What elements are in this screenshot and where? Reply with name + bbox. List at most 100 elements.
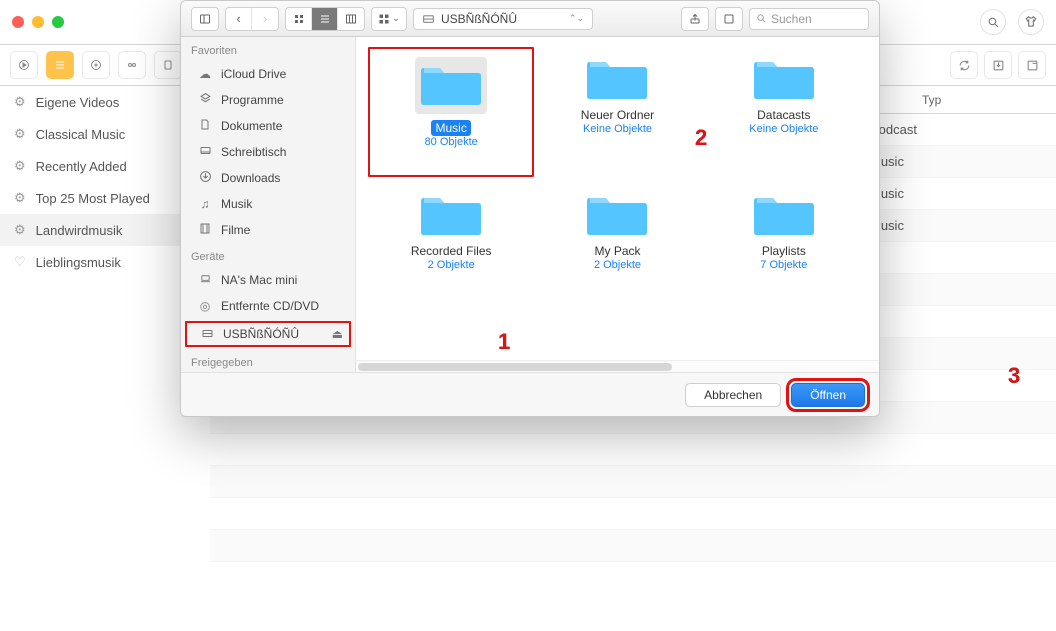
col-type[interactable]: Typ (910, 93, 1040, 107)
sidebar-item-cd[interactable]: ◎Entfernte CD/DVD (181, 293, 355, 319)
back-button[interactable]: ‹ (226, 8, 252, 30)
cancel-button[interactable]: Abbrechen (685, 383, 781, 407)
share-icon (689, 13, 701, 25)
view-mode (285, 7, 365, 31)
search-placeholder: Suchen (771, 12, 812, 26)
sidebar-item[interactable]: ⚙ Landwirdmusik (0, 214, 210, 246)
gear-icon: ⚙ (14, 222, 26, 238)
drive-icon (199, 327, 215, 342)
folder-name: Music (431, 120, 470, 136)
search-field[interactable]: Suchen (749, 8, 869, 30)
folder-item[interactable]: Playlists 7 Objekte (701, 183, 867, 313)
horizontal-scrollbar[interactable] (356, 360, 879, 372)
open-button[interactable]: Öffnen (791, 383, 865, 407)
disc-button[interactable] (82, 51, 110, 79)
sidebar-item[interactable]: ⚙Recently Added (0, 150, 210, 182)
zoom-window-icon[interactable] (52, 16, 64, 28)
sidebar-item[interactable]: ⚙Eigene Videos (0, 86, 210, 118)
sidebar-label: Filme (221, 223, 250, 237)
device-button[interactable] (154, 51, 182, 79)
sidebar-toggle[interactable] (191, 7, 219, 31)
folder-subtitle: 2 Objekte (428, 259, 475, 271)
sidebar-item[interactable]: ⚙ Top 25 Most Played (0, 182, 210, 214)
tags-button[interactable] (715, 7, 743, 31)
folder-icon (585, 191, 649, 237)
music-icon: ♫ (197, 197, 213, 211)
sidebar-label: NA's Mac mini (221, 273, 297, 287)
folder-subtitle: Keine Objekte (583, 123, 652, 135)
export-icon (1026, 59, 1039, 72)
sidebar-item-label: Eigene Videos (36, 95, 120, 110)
forward-button[interactable]: › (252, 8, 278, 30)
folder-item[interactable]: Recorded Files 2 Objekte (368, 183, 534, 313)
list-icon (54, 59, 66, 71)
sidebar-item-usb[interactable]: USBÑßÑÓÑÛ⏏ (185, 321, 351, 347)
folder-icon (585, 55, 649, 101)
export-button[interactable] (1018, 51, 1046, 79)
callout-1: 1 (498, 329, 510, 355)
mac-icon (197, 273, 213, 287)
cell-type: Podcast (870, 122, 1040, 137)
disc-icon (90, 59, 102, 71)
table-row (210, 498, 1056, 530)
sidebar-item-label: Lieblingsmusik (36, 255, 121, 270)
folder-icon (752, 55, 816, 101)
columns-icon (345, 13, 357, 25)
minimize-window-icon[interactable] (32, 16, 44, 28)
folder-item[interactable]: Neuer Ordner Keine Objekte (534, 47, 700, 177)
cell-type: Music (870, 154, 1040, 169)
finder-footer: Abbrechen Öffnen (181, 372, 879, 416)
apps-button[interactable] (118, 51, 146, 79)
scrollbar-thumb[interactable] (358, 363, 672, 371)
arrange-menu[interactable]: ⌄ (371, 7, 407, 31)
grid-icon (293, 13, 305, 25)
sidebar-item-documents[interactable]: Dokumente (181, 113, 355, 139)
desktop-icon (197, 145, 213, 160)
sidebar-item-desktop[interactable]: Schreibtisch (181, 139, 355, 165)
sidebar-item-downloads[interactable]: Downloads (181, 165, 355, 191)
sidebar-item-label: Landwirdmusik (36, 223, 123, 238)
sidebar-item-movies[interactable]: Filme (181, 217, 355, 243)
path-label: USBÑßÑÓÑÛ (441, 12, 517, 26)
column-view-button[interactable] (338, 8, 364, 30)
share-button[interactable] (681, 7, 709, 31)
eject-icon[interactable]: ⏏ (332, 327, 343, 341)
refresh-button[interactable] (950, 51, 978, 79)
list-view-button[interactable] (312, 8, 338, 30)
close-window-icon[interactable] (12, 16, 24, 28)
device-icon (162, 59, 174, 71)
folder-item[interactable]: Datacasts Keine Objekte (701, 47, 867, 177)
shirt-icon (1024, 15, 1038, 29)
folder-icon (419, 191, 483, 237)
sidebar-section-shared: Freigegeben (181, 349, 355, 372)
import-button[interactable] (984, 51, 1012, 79)
sidebar-section-favorites: Favoriten (181, 37, 355, 61)
finder-sidebar: Favoriten ☁iCloud Drive Programme Dokume… (181, 37, 356, 372)
path-control[interactable]: USBÑßÑÓÑÛ ⌃⌄ (413, 8, 593, 30)
folder-name: Recorded Files (407, 243, 496, 259)
download-icon (197, 170, 213, 186)
list-view-button[interactable] (46, 51, 74, 79)
folder-item[interactable]: My Pack 2 Objekte (534, 183, 700, 313)
arrange-icon: ⌄ (372, 8, 406, 30)
search-button[interactable] (980, 9, 1006, 35)
doc-icon (197, 118, 213, 134)
sidebar-item[interactable]: ⚙Classical Music (0, 118, 210, 150)
sidebar-item-mac[interactable]: NA's Mac mini (181, 267, 355, 293)
sidebar-label: Schreibtisch (221, 145, 286, 159)
sidebar-item-label: Classical Music (36, 127, 126, 142)
icon-view-button[interactable] (286, 8, 312, 30)
sidebar-item[interactable]: ♡Lieblingsmusik (0, 246, 210, 278)
table-row (210, 434, 1056, 466)
gear-icon: ⚙ (14, 190, 26, 206)
sidebar-item-label: Top 25 Most Played (36, 191, 150, 206)
folder-name: Neuer Ordner (577, 107, 658, 123)
account-button[interactable] (1018, 9, 1044, 35)
play-button[interactable] (10, 51, 38, 79)
sidebar-item-music[interactable]: ♫Musik (181, 191, 355, 217)
folder-item[interactable]: Music 80 Objekte (368, 47, 534, 177)
search-icon (756, 13, 767, 24)
sidebar-item-icloud[interactable]: ☁iCloud Drive (181, 61, 355, 87)
sidebar-item-label: Recently Added (36, 159, 127, 174)
sidebar-item-apps[interactable]: Programme (181, 87, 355, 113)
